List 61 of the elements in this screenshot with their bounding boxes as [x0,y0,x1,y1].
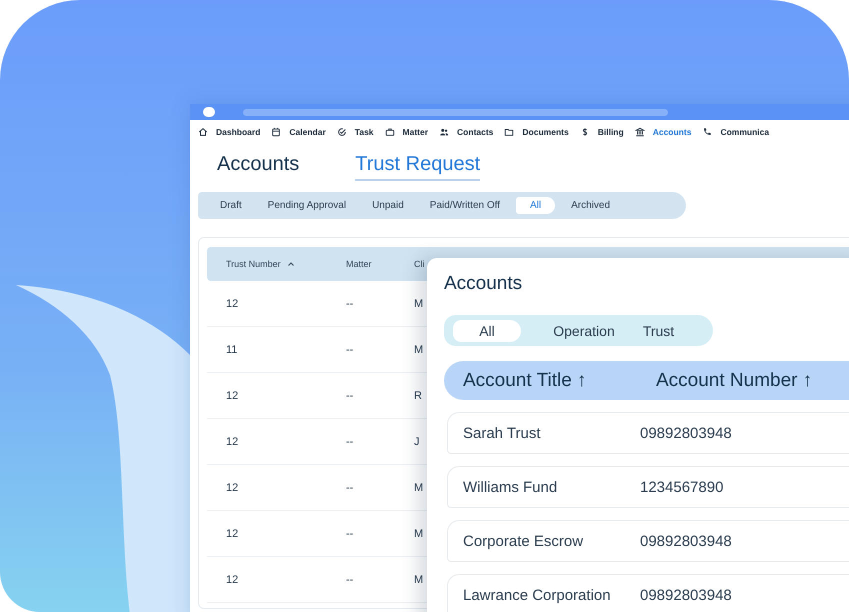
segment-tab[interactable]: Operation [539,320,629,342]
check-icon [336,126,347,136]
page-tab[interactable]: Accounts [217,153,300,179]
logo-icon [203,107,215,117]
table-cell: M [414,528,424,540]
table-cell: -- [346,298,354,310]
column-header[interactable]: Account Title ↑ [444,370,656,392]
nav-item[interactable]: Billing [580,126,624,136]
segment-tab[interactable]: All [453,320,521,342]
home-icon [198,126,208,136]
table-cell: M [414,298,424,310]
table-cell: 11 [226,344,238,356]
table-cell: 12 [226,528,238,540]
filter-tab[interactable]: All [516,197,556,214]
nav-item[interactable]: Calendar [271,126,326,136]
filter-tab[interactable]: Pending Approval [258,197,356,214]
nav-item[interactable]: Matter [384,126,428,136]
account-row[interactable]: Williams Fund 1234567890 [447,466,849,508]
column-header[interactable]: Trust Number [226,259,281,269]
table-cell: 12 [226,436,238,448]
folder-icon [504,126,514,136]
table-cell: -- [346,436,354,448]
page-tab[interactable]: Trust Request [355,153,480,181]
filter-tab[interactable]: Draft [210,197,252,214]
nav-item[interactable]: Communica [702,126,770,136]
table-cell: -- [346,344,354,356]
briefcase-icon [384,126,395,136]
account-row[interactable]: Corporate Escrow 09892803948 [447,520,849,562]
table-cell: 12 [226,390,238,402]
account-row[interactable]: Lawrance Corporation 09892803948 [447,574,849,612]
column-header[interactable]: Account Number ↑ [656,370,812,392]
bank-icon [634,126,645,136]
table-cell: M [414,344,424,356]
table-cell: J [414,436,420,448]
nav-item[interactable]: Documents [504,126,569,136]
chevron-up-icon [286,261,295,267]
table-cell: 12 [226,482,238,494]
table-cell: 12 [226,298,238,310]
table-cell: R [414,390,422,402]
table-cell: M [414,482,424,494]
table-cell: -- [346,482,354,494]
filter-tab[interactable]: Archived [561,197,620,214]
calendar-icon [271,126,282,136]
filter-tab[interactable]: Paid/Written Off [420,197,510,214]
table-cell: -- [346,528,354,540]
column-header[interactable]: Matter [346,259,372,269]
table-cell: -- [346,390,354,402]
table-cell: 12 [226,574,238,586]
table-cell: M [414,574,424,586]
segment-tab[interactable]: Trust [631,320,686,342]
nav-item[interactable]: Accounts [634,126,692,136]
account-row[interactable]: Sarah Trust 09892803948 [447,412,849,454]
panel-title: Accounts [444,273,524,296]
nav-item[interactable]: Task [336,126,374,136]
filter-tab[interactable]: Unpaid [362,197,414,214]
nav-item[interactable]: Contacts [439,126,494,136]
nav-item[interactable]: Dashboard [198,126,260,136]
people-icon [439,126,450,136]
phone-icon [702,126,712,136]
table-cell: -- [346,574,354,586]
column-header[interactable]: Cli [414,259,424,269]
